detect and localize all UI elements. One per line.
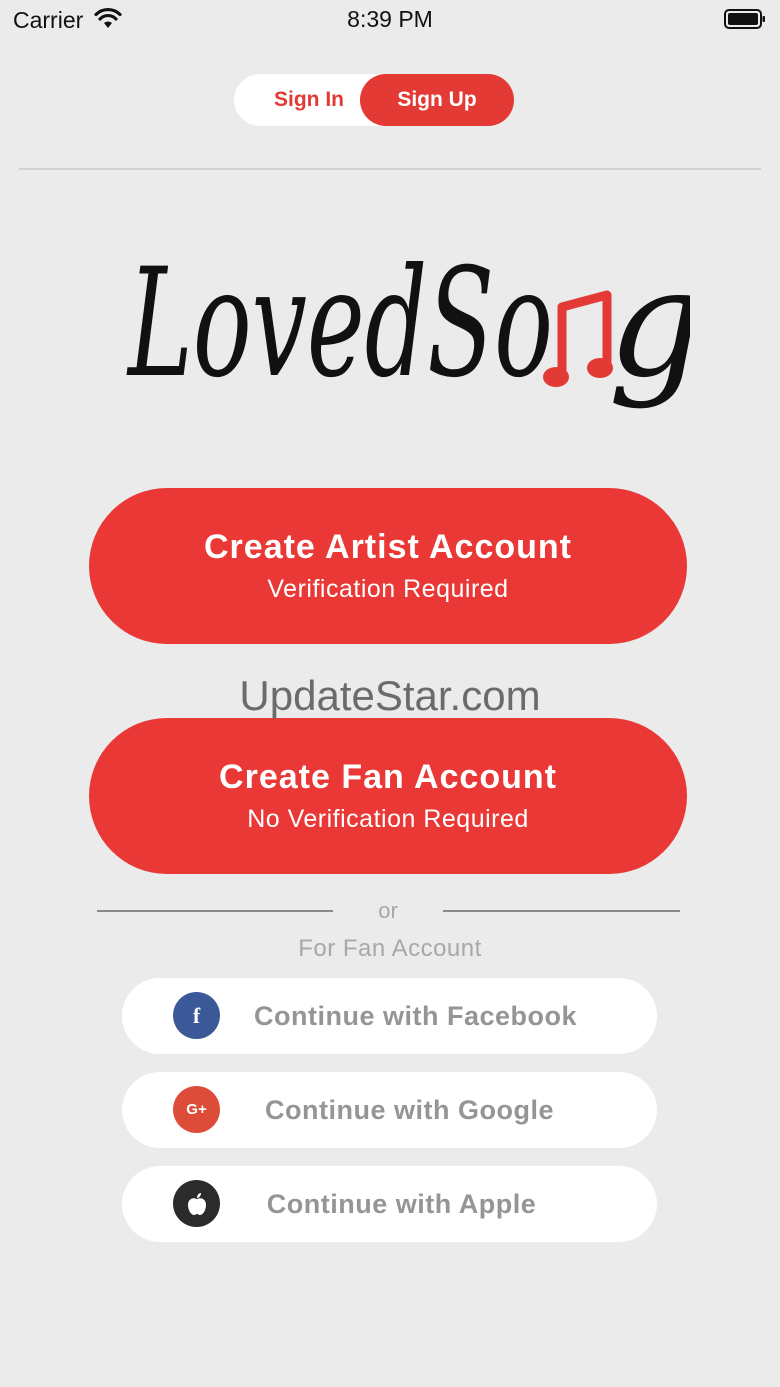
create-fan-account-button[interactable]: Create Fan Account No Verification Requi… (89, 718, 687, 874)
or-label: or (378, 898, 398, 923)
music-note-icon (543, 290, 613, 387)
continue-with-apple-button[interactable]: Continue with Apple (122, 1166, 657, 1242)
facebook-button-label: Continue with Facebook (253, 1000, 577, 1031)
artist-button-title: Create Artist Account (204, 528, 572, 566)
logo-wordmark-end: g (608, 237, 690, 411)
battery-icon (724, 9, 765, 29)
lovedsong-logo: LovedSo g (126, 237, 690, 411)
auth-segmented-control: Sign In Sign Up (234, 74, 514, 126)
tab-sign-up[interactable]: Sign Up (360, 74, 514, 126)
google-button-label: Continue with Google (265, 1094, 554, 1125)
fan-button-subtitle: No Verification Required (247, 805, 529, 833)
header-divider (19, 168, 761, 170)
watermark: UpdateStar.com (239, 672, 541, 719)
or-divider-right (443, 910, 680, 912)
status-time: 8:39 PM (347, 6, 433, 32)
fan-button-title: Create Fan Account (219, 758, 557, 796)
continue-with-google-button[interactable]: G+ Continue with Google (122, 1072, 657, 1148)
logo-wordmark: LovedSo (126, 237, 553, 411)
or-divider-left (97, 910, 333, 912)
artist-button-subtitle: Verification Required (267, 575, 509, 603)
for-fan-account-label: For Fan Account (298, 935, 482, 962)
create-artist-account-button[interactable]: Create Artist Account Verification Requi… (89, 488, 687, 644)
apple-button-label: Continue with Apple (266, 1188, 537, 1219)
continue-with-facebook-button[interactable]: f Continue with Facebook (122, 978, 657, 1054)
